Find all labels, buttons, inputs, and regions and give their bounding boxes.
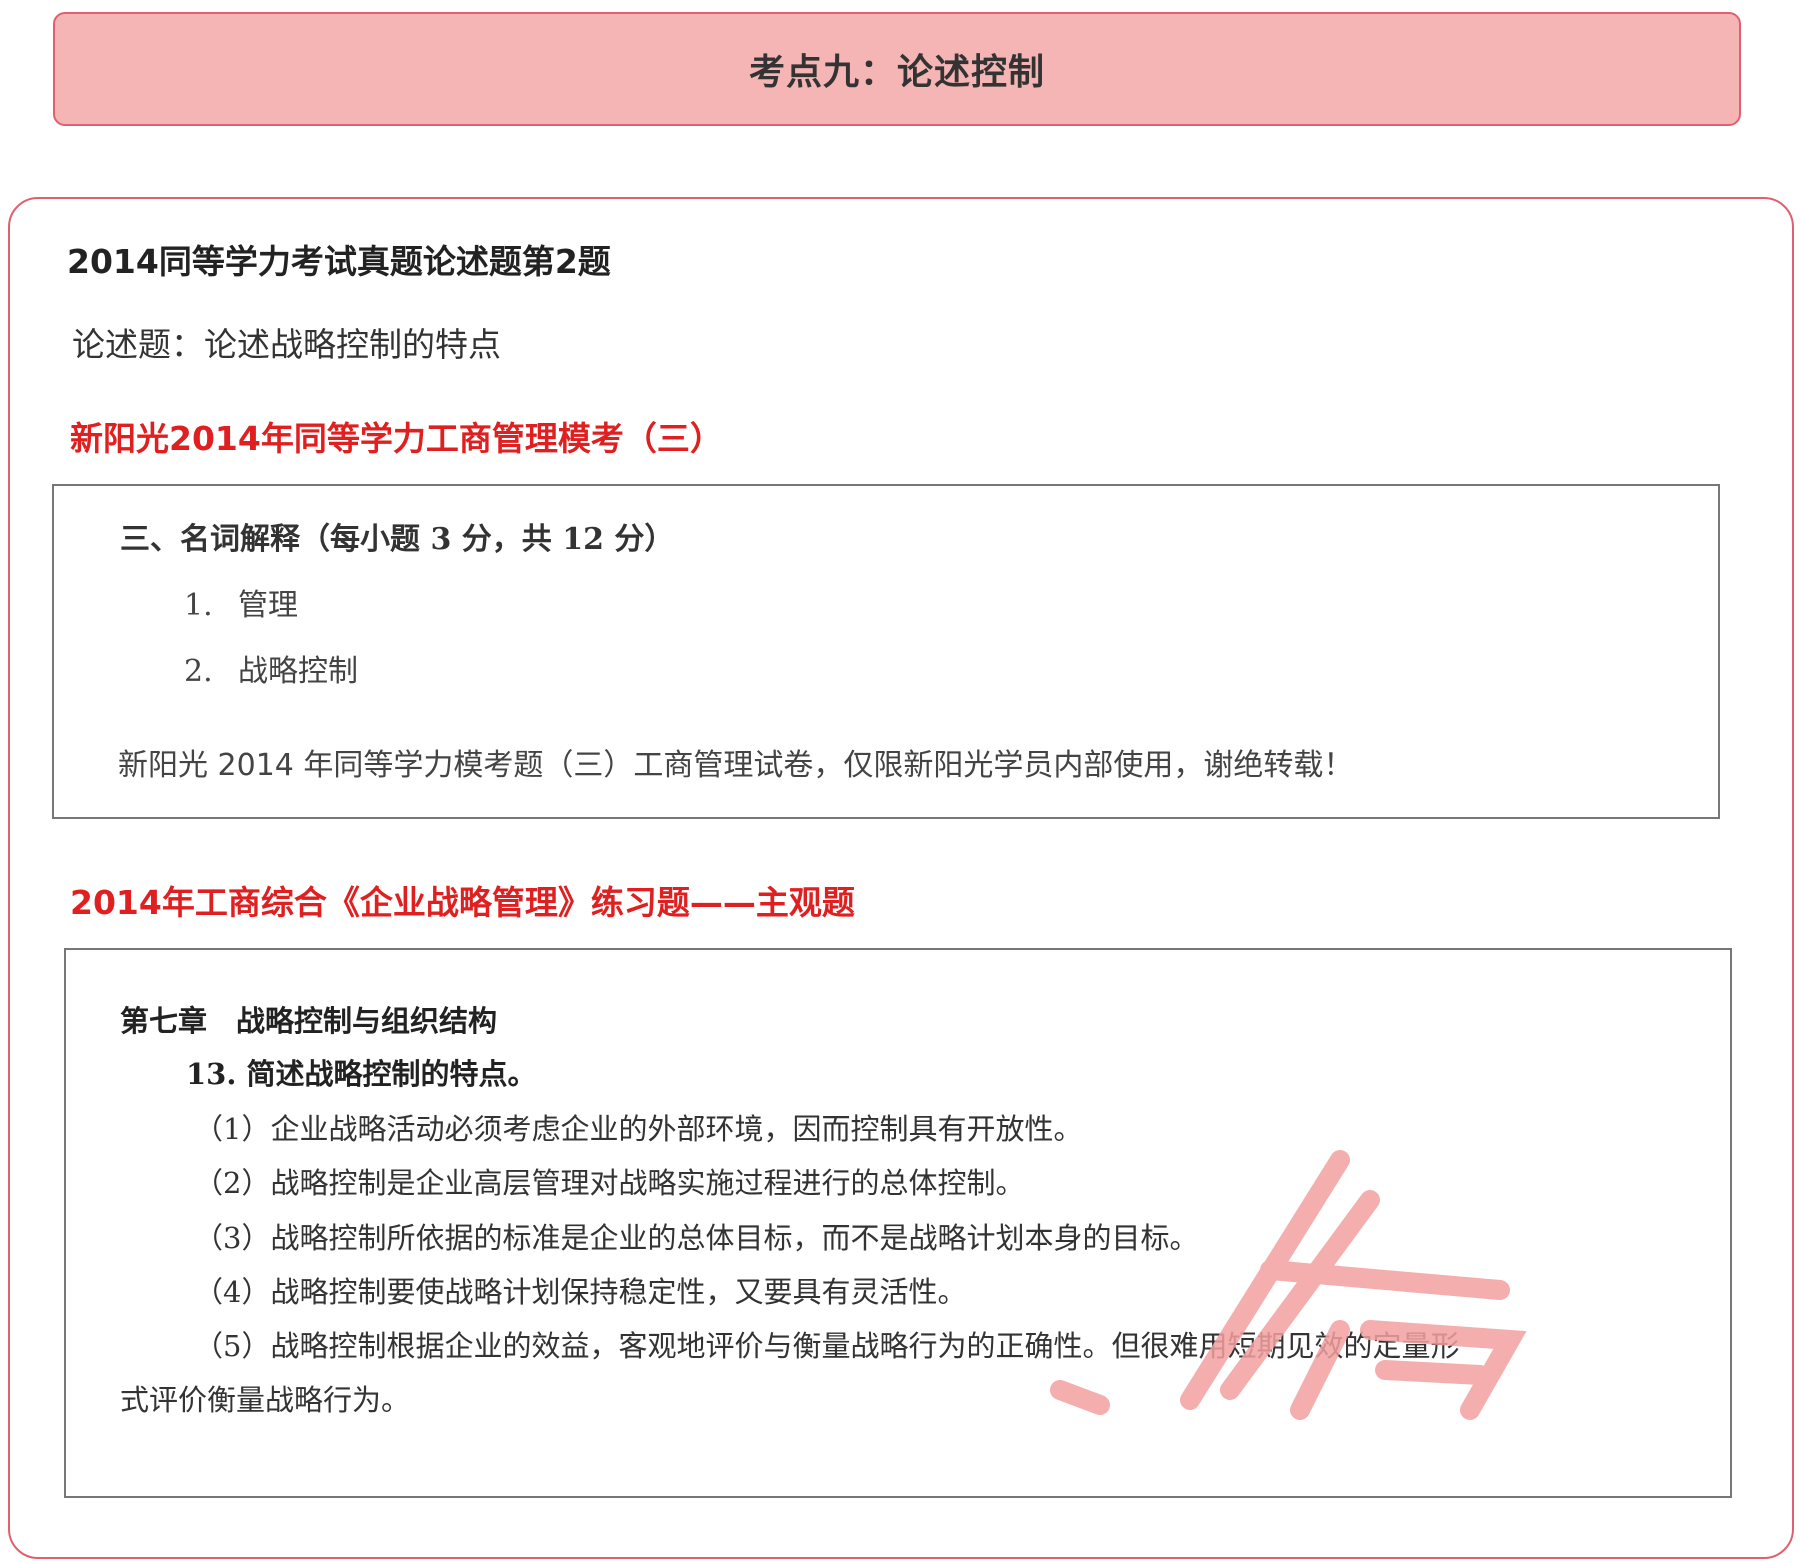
topic-banner: 考点九：论述控制	[53, 12, 1741, 126]
mock-exam-excerpt: 三、名词解释（每小题 3 分，共 12 分） 1. 管理 2. 战略控制 新阳光 2…	[52, 484, 1720, 819]
answer-point-continued: 式评价衡量战略行为。	[120, 1383, 411, 1417]
topic-title: 考点九：论述控制	[748, 52, 1045, 93]
answer-point: （2）战略控制是企业高层管理对战略实施过程进行的总体控制。	[194, 1166, 1025, 1200]
question-title: 13. 简述战略控制的特点。	[186, 1057, 537, 1091]
chapter-title: 第七章 战略控制与组织结构	[120, 1004, 498, 1038]
answer-point: （4）战略控制要使战略计划保持稳定性，又要具有灵活性。	[194, 1275, 967, 1309]
item-text: 战略控制	[238, 654, 358, 689]
exercise-heading: 2014年工商综合《企业战略管理》练习题——主观题	[70, 883, 855, 922]
watermark-stamp	[1050, 1150, 1527, 1420]
copyright-notice: 新阳光 2014 年同等学力模考题（三）工商管理试卷，仅限新阳光学员内部使用，谢…	[118, 748, 1354, 783]
exam-question-text: 论述题：论述战略控制的特点	[72, 325, 501, 364]
section-heading: 三、名词解释（每小题 3 分，共 12 分）	[120, 522, 675, 557]
answer-point: （1）企业战略活动必须考虑企业的外部环境，因而控制具有开放性。	[194, 1112, 1083, 1146]
list-item: 1. 管理	[184, 580, 298, 624]
item-text: 管理	[238, 588, 298, 623]
exam-question-title: 2014同等学力考试真题论述题第2题	[67, 242, 611, 281]
item-number: 2.	[184, 654, 213, 689]
item-number: 1.	[184, 588, 213, 623]
list-item: 2. 战略控制	[184, 646, 358, 690]
mock-exam-heading: 新阳光2014年同等学力工商管理模考（三）	[70, 419, 723, 458]
